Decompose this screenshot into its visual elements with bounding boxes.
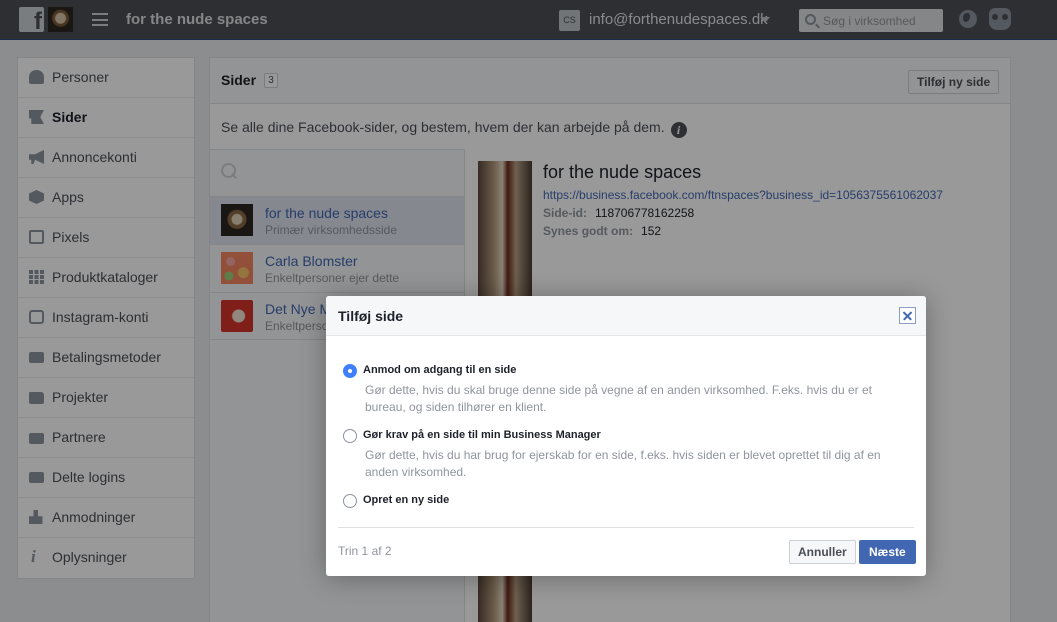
next-button[interactable]: Næste — [859, 540, 916, 564]
step-indicator: Trin 1 af 2 — [338, 544, 392, 558]
option-label: Opret en ny side — [363, 494, 450, 506]
option-description: Gør dette, hvis du har brug for ejerskab… — [365, 448, 881, 479]
option-description: Gør dette, hvis du skal bruge denne side… — [365, 383, 872, 414]
radio-button[interactable] — [343, 494, 357, 508]
radio-button[interactable] — [343, 364, 357, 378]
dialog-title: Tilføj side — [338, 308, 404, 324]
add-page-dialog: Tilføj side Anmod om adgang til en side … — [326, 296, 926, 576]
dialog-header: Tilføj side — [326, 296, 926, 336]
close-icon[interactable] — [899, 307, 916, 324]
radio-button[interactable] — [343, 429, 357, 443]
option-label: Anmod om adgang til en side — [363, 364, 517, 376]
option-label: Gør krav på en side til min Business Man… — [363, 429, 601, 441]
divider — [338, 527, 914, 528]
cancel-button[interactable]: Annuller — [789, 540, 856, 564]
